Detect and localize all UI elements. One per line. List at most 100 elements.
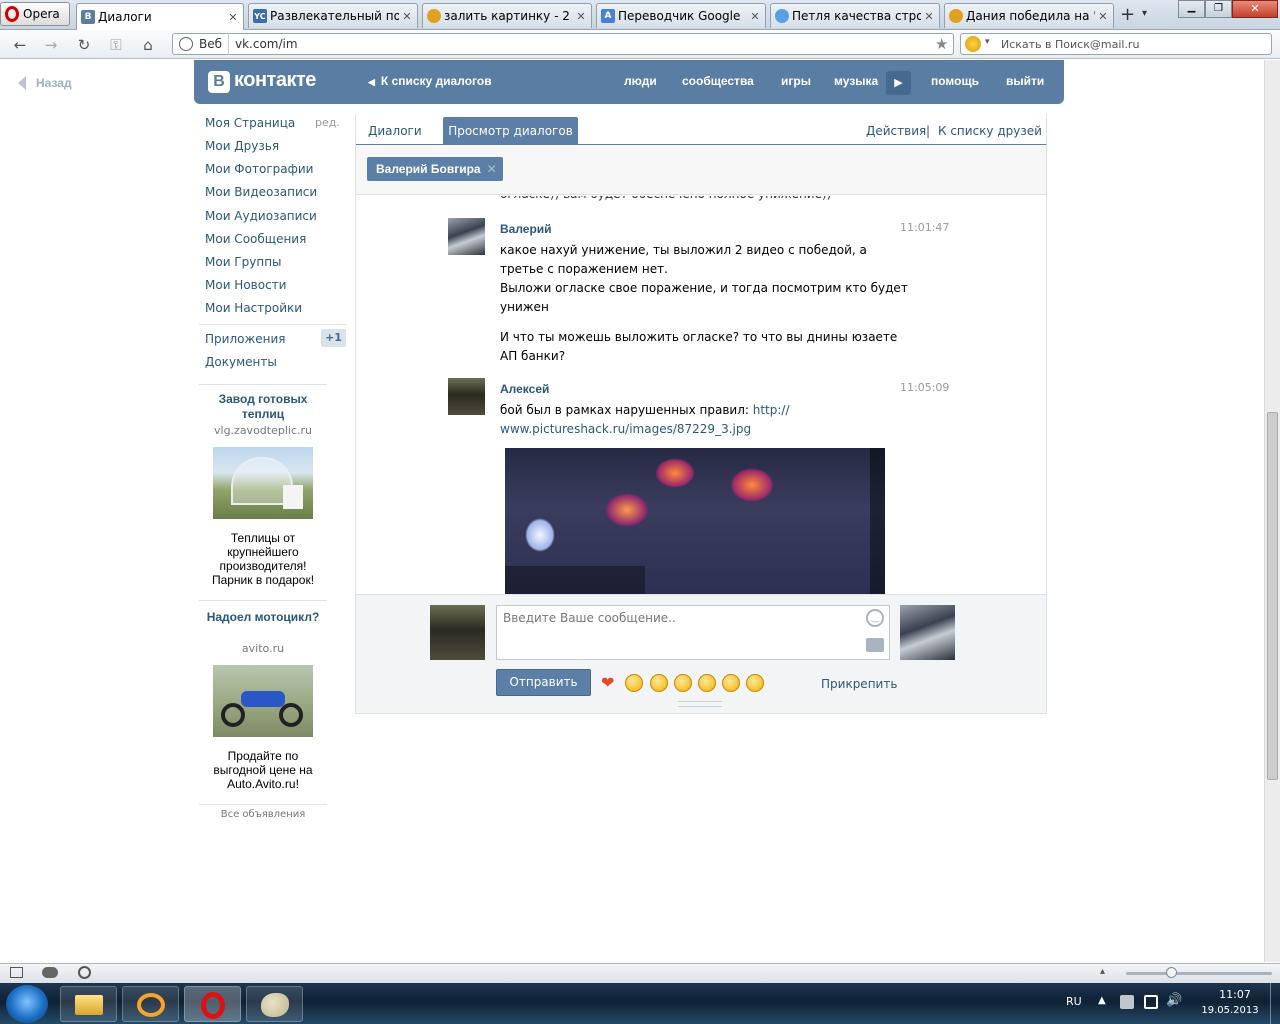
attached-game-screenshot[interactable] bbox=[505, 448, 885, 594]
tab-close-icon[interactable]: ✕ bbox=[923, 10, 935, 23]
turbo-icon[interactable] bbox=[78, 966, 91, 979]
music-play-icon[interactable]: ▶ bbox=[886, 71, 911, 95]
new-tab-icon[interactable]: + bbox=[1120, 4, 1135, 25]
opera-menu-button[interactable]: Opera bbox=[0, 2, 70, 26]
sidebar-item-audios[interactable]: Мои Аудиозаписи bbox=[205, 209, 317, 223]
page-scrollbar[interactable] bbox=[1264, 60, 1280, 962]
nav-games[interactable]: игры bbox=[781, 74, 811, 88]
search-engine-icon[interactable] bbox=[965, 36, 981, 52]
tab-view-dialogs[interactable]: Просмотр диалогов bbox=[443, 117, 578, 145]
vk-logo-icon[interactable]: В bbox=[208, 71, 230, 93]
tray-expand-icon[interactable]: ▲ bbox=[1098, 995, 1106, 1006]
sidebar-item-news[interactable]: Мои Новости bbox=[205, 278, 286, 292]
smile-emoji-icon[interactable] bbox=[650, 674, 668, 692]
search-box[interactable]: ▾ Искать в Поиск@mail.ru bbox=[960, 33, 1272, 55]
ad-title[interactable]: Надоел мотоцикл? bbox=[199, 610, 327, 625]
tab-dialogs-list[interactable]: Диалоги bbox=[368, 124, 422, 138]
remove-recipient-icon[interactable]: ✕ bbox=[487, 162, 497, 176]
bookmark-star-icon[interactable]: ★ bbox=[935, 35, 948, 53]
zoom-slider[interactable] bbox=[1126, 972, 1272, 975]
sidebar-item-messages[interactable]: Мои Сообщения bbox=[205, 232, 306, 246]
nav-communities[interactable]: сообщества bbox=[682, 74, 754, 88]
sidebar-item-photos[interactable]: Мои Фотографии bbox=[205, 162, 313, 176]
friends-list-link[interactable]: К списку друзей bbox=[938, 124, 1042, 138]
ad-greenhouse-image[interactable] bbox=[213, 447, 313, 519]
ad-title[interactable]: Завод готовых теплиц bbox=[199, 392, 327, 422]
reload-icon[interactable]: ↻ bbox=[74, 35, 94, 55]
clock-date[interactable]: 19.05.2013 bbox=[1194, 1005, 1266, 1016]
forward-arrow-icon[interactable]: → bbox=[41, 35, 61, 55]
all-ads-link[interactable]: Все объявления bbox=[199, 809, 327, 820]
sidebar-edit-link[interactable]: ред. bbox=[315, 116, 340, 129]
scrollbar-thumb[interactable] bbox=[1267, 412, 1278, 780]
smile-icon[interactable]: ‿ bbox=[866, 609, 884, 627]
sidebar-item-apps[interactable]: Приложения bbox=[205, 332, 286, 346]
tab-close-icon[interactable]: ✕ bbox=[401, 10, 413, 23]
back-arrow-icon[interactable]: ← bbox=[10, 35, 30, 55]
ad-domain[interactable]: vlg.zavodteplic.ru bbox=[199, 424, 327, 437]
recipient-chip[interactable]: Валерий Бовгира ✕ bbox=[367, 157, 503, 181]
message-sender[interactable]: Алексей bbox=[500, 382, 549, 396]
home-icon[interactable]: ⌂ bbox=[138, 35, 158, 55]
tab-close-icon[interactable]: ✕ bbox=[227, 11, 239, 24]
show-desktop-button[interactable] bbox=[1270, 983, 1280, 1024]
search-engine-chevron-icon[interactable]: ▾ bbox=[985, 37, 990, 47]
camera-icon[interactable] bbox=[866, 638, 884, 652]
explorer-taskbar-button[interactable] bbox=[60, 986, 117, 1022]
message-history[interactable]: огласке)) вам будет обеспечено полное ун… bbox=[356, 196, 1046, 594]
header-back-to-dialogs[interactable]: ◀ К списку диалогов bbox=[368, 74, 492, 88]
tab-menu-chevron-icon[interactable]: ▾ bbox=[1142, 8, 1147, 19]
action-center-icon[interactable] bbox=[1144, 995, 1158, 1009]
sweat-emoji-icon[interactable] bbox=[722, 674, 740, 692]
nav-people[interactable]: люди bbox=[624, 74, 657, 88]
send-button[interactable]: Отправить bbox=[496, 669, 591, 696]
tab-entertainment[interactable]: YC Развлекательный пор... ✕ bbox=[248, 3, 418, 28]
avatar-valery[interactable] bbox=[448, 218, 485, 255]
url-box[interactable]: Веб vk.com/im ★ bbox=[172, 33, 954, 55]
ad-text[interactable]: Теплицы от крупнейшего производителя! Па… bbox=[203, 531, 323, 587]
nav-music[interactable]: музыка bbox=[834, 74, 878, 88]
start-button[interactable] bbox=[6, 985, 48, 1023]
key-icon[interactable]: ⚿ bbox=[106, 35, 126, 55]
resize-handle[interactable] bbox=[678, 701, 722, 707]
zoom-menu-icon[interactable]: ▴ bbox=[1100, 966, 1105, 977]
message-link[interactable]: http:// bbox=[753, 403, 790, 417]
message-link[interactable]: www.pictureshack.ru/images/87229_3.jpg bbox=[500, 420, 751, 439]
sidebar-item-videos[interactable]: Мои Видеозаписи bbox=[205, 185, 317, 199]
paint-taskbar-button[interactable] bbox=[246, 986, 303, 1022]
tab-dialogs[interactable]: В Диалоги ✕ bbox=[76, 3, 244, 30]
ad-domain[interactable]: avito.ru bbox=[199, 642, 327, 655]
tab-close-icon[interactable]: ✕ bbox=[749, 10, 761, 23]
sidebar-item-settings[interactable]: Мои Настройки bbox=[205, 301, 302, 315]
actions-link[interactable]: Действия bbox=[866, 124, 926, 138]
clock-time[interactable]: 11:07 bbox=[1205, 988, 1265, 1001]
apps-counter-badge[interactable]: +1 bbox=[321, 329, 346, 347]
ad-motorcycle-image[interactable] bbox=[213, 665, 313, 737]
my-avatar[interactable] bbox=[430, 605, 485, 660]
message-input[interactable]: Введите Ваше сообщение.. ‿ bbox=[496, 605, 890, 660]
volume-icon[interactable]: 🔊 bbox=[1166, 993, 1182, 1008]
sidebar-item-my-page[interactable]: Моя Страница bbox=[205, 116, 295, 130]
url-text[interactable]: vk.com/im bbox=[235, 37, 298, 51]
recipient-avatar[interactable] bbox=[900, 605, 955, 660]
sidebar-item-docs[interactable]: Документы bbox=[205, 355, 277, 369]
ad-text[interactable]: Продайте по выгодной цене на Auto.Avito.… bbox=[203, 749, 323, 791]
panel-toggle-icon[interactable] bbox=[10, 967, 23, 978]
tab-google-translate[interactable]: A Переводчик Google ✕ bbox=[596, 3, 766, 28]
page-back-link[interactable]: Назад bbox=[18, 76, 72, 90]
tab-quality-loop[interactable]: Петля качества строи... ✕ bbox=[770, 3, 940, 28]
nav-logout[interactable]: выйти bbox=[1006, 74, 1044, 88]
network-icon[interactable] bbox=[1120, 995, 1134, 1009]
happy-emoji-icon[interactable] bbox=[674, 674, 692, 692]
close-window-icon[interactable]: ✕ bbox=[1232, 0, 1278, 18]
zoom-slider-thumb[interactable] bbox=[1166, 967, 1177, 978]
tired-emoji-icon[interactable] bbox=[698, 674, 716, 692]
heart-emoji-icon[interactable]: ❤ bbox=[601, 675, 614, 691]
wink-emoji-icon[interactable] bbox=[746, 674, 764, 692]
opera-unite-icon[interactable] bbox=[42, 967, 58, 978]
avatar-alexey[interactable] bbox=[448, 378, 485, 415]
vk-logo-text[interactable]: контакте bbox=[234, 69, 316, 92]
message-sender[interactable]: Валерий bbox=[500, 222, 552, 236]
language-indicator[interactable]: RU bbox=[1066, 995, 1082, 1008]
sidebar-item-friends[interactable]: Мои Друзья bbox=[205, 139, 279, 153]
